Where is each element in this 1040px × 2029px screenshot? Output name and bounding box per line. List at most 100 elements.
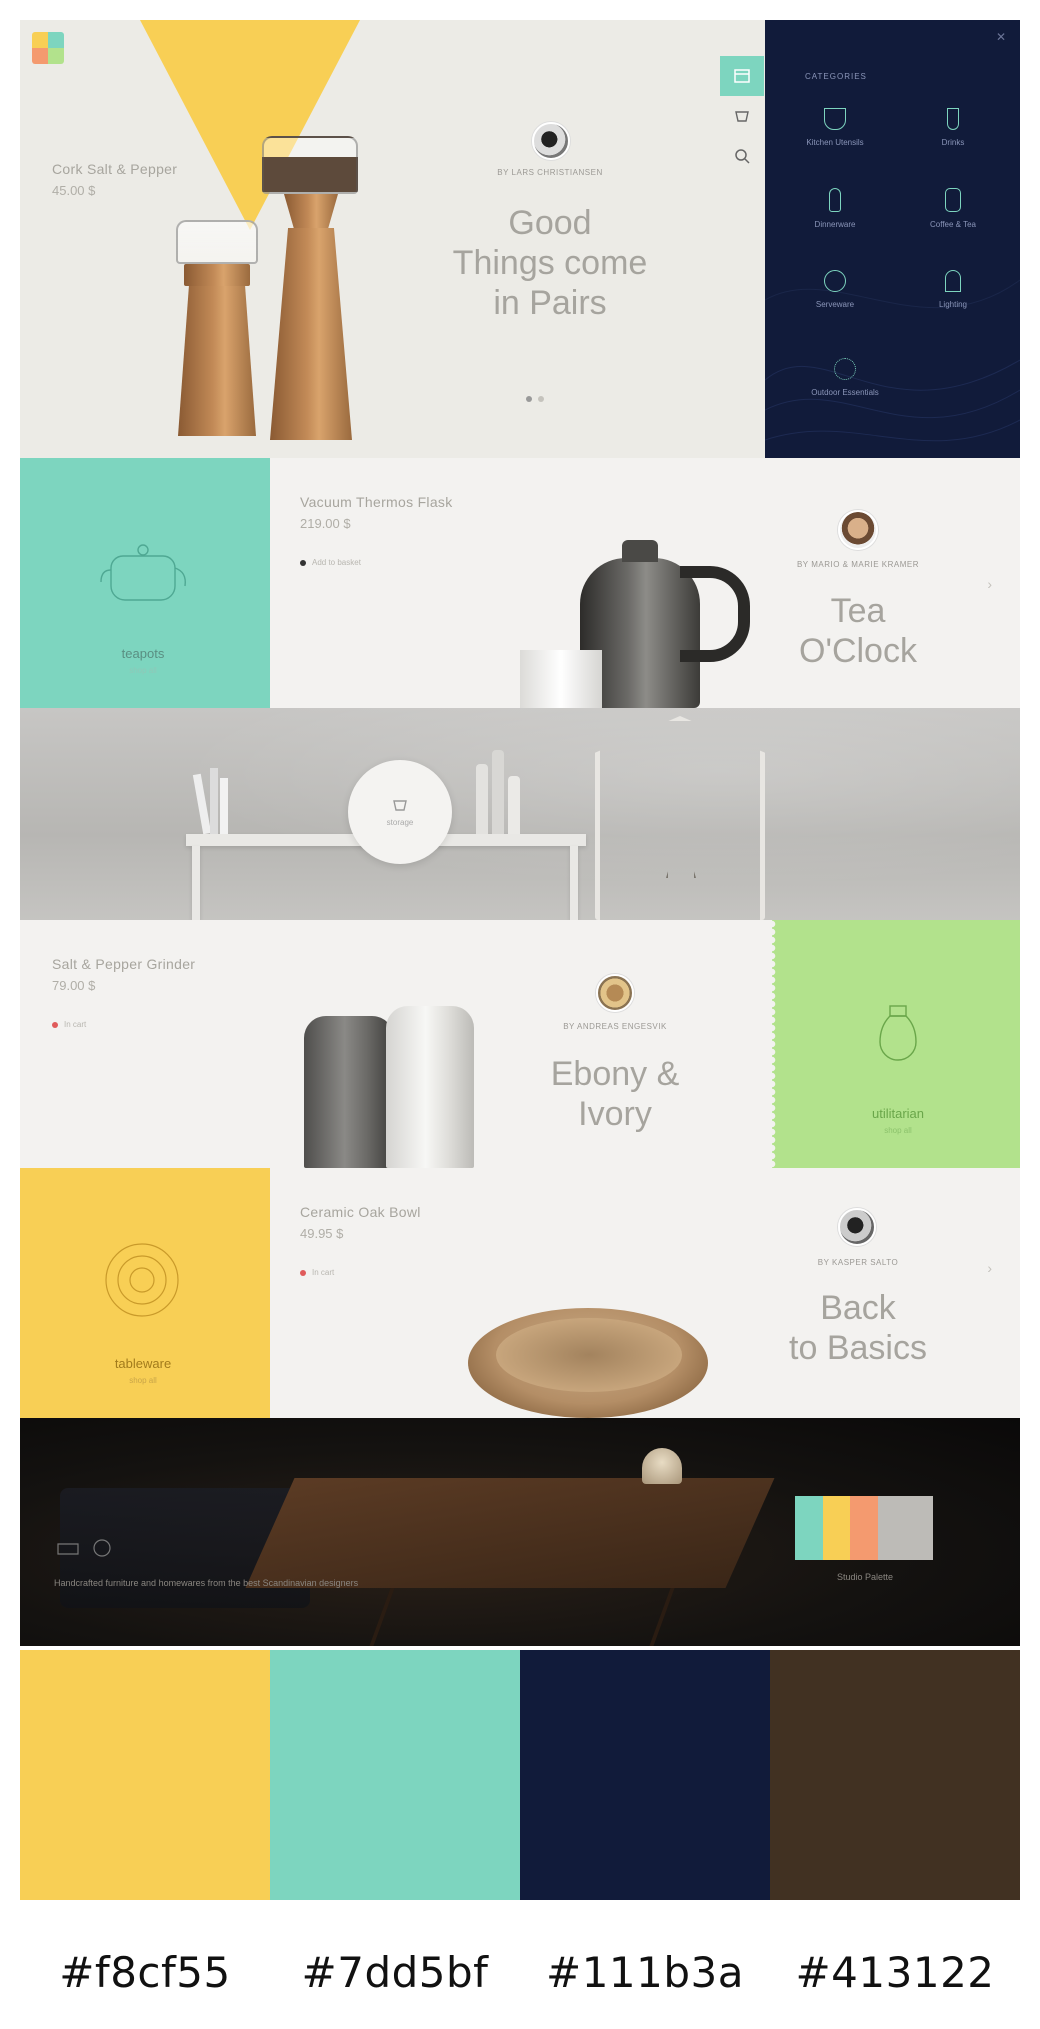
close-icon[interactable]: ✕	[996, 30, 1006, 44]
product-price: 49.95 $	[300, 1226, 344, 1241]
author-avatar[interactable]	[532, 122, 570, 160]
teapots-category-tile[interactable]: teapots shop all	[20, 458, 270, 708]
product-name[interactable]: Vacuum Thermos Flask	[300, 494, 453, 510]
storage-box-icon	[393, 799, 407, 811]
side-toolbar	[720, 56, 764, 176]
headline-line-2: to Basics	[789, 1329, 927, 1368]
cart-icon[interactable]	[720, 96, 764, 136]
mini-palette[interactable]	[795, 1496, 933, 1560]
plate-icon	[105, 1243, 179, 1317]
menu-item-coffee[interactable]: Coffee & Tea	[903, 188, 1003, 229]
tile-label: teapots	[121, 646, 165, 661]
add-to-basket-tag[interactable]: Add to basket	[300, 558, 361, 567]
plate-icon	[824, 270, 846, 292]
product-name[interactable]: Salt & Pepper Grinder	[52, 956, 195, 972]
cart-dot-icon	[300, 1269, 306, 1276]
utilitarian-category-tile[interactable]: utilitarian shop all	[772, 920, 1020, 1168]
tea-headline: Tea O'Clock	[758, 591, 958, 671]
tile-label: tableware	[114, 1356, 172, 1371]
menu-title: Categories	[805, 72, 867, 81]
pot-icon	[945, 188, 961, 212]
author-tag[interactable]: by Andreas Engesvik	[525, 1022, 705, 1031]
headline-line-1: Tea	[830, 592, 886, 630]
menu-icon[interactable]	[720, 56, 764, 96]
bulb-icon	[879, 1005, 917, 1061]
books-image	[192, 766, 238, 835]
basics-headline: Back to Basics	[758, 1288, 958, 1368]
search-icon[interactable]	[720, 136, 764, 176]
categories-menu: ✕ Categories Kitchen Utensils Drinks Din…	[765, 20, 1020, 458]
product-name[interactable]: Cork Salt & Pepper	[52, 161, 177, 177]
swatch-brown	[770, 1650, 1020, 1900]
headline-line-1: Back	[820, 1289, 896, 1327]
menu-item-outdoor[interactable]: Outdoor Essentials	[795, 358, 895, 397]
menu-item-label: Serveware	[815, 300, 855, 309]
tile-sublink[interactable]: shop all	[20, 666, 266, 675]
menu-item-lighting[interactable]: Lighting	[903, 270, 1003, 309]
author-tag[interactable]: by Lars Christiansen	[460, 168, 640, 177]
product-name[interactable]: Ceramic Oak Bowl	[300, 1204, 421, 1220]
tile-sublink[interactable]: shop all	[20, 1376, 266, 1385]
menu-item-label: Kitchen Utensils	[806, 138, 864, 147]
teapot-icon	[57, 1539, 111, 1557]
cart-dot-icon	[300, 559, 306, 566]
menu-item-label: Lighting	[938, 300, 968, 309]
badge-label: storage	[386, 817, 414, 827]
menu-item-label: Coffee & Tea	[930, 220, 976, 229]
product-price: 79.00 $	[52, 978, 96, 993]
product-price: 219.00 $	[300, 516, 351, 531]
menu-item-kitchen[interactable]: Kitchen Utensils	[785, 108, 885, 147]
tile-label: utilitarian	[871, 1106, 925, 1121]
author-avatar[interactable]	[838, 510, 878, 550]
color-palette	[20, 1650, 1020, 1900]
footer-link[interactable]: Handcrafted furniture and homewares from…	[54, 1578, 474, 1588]
in-cart-tag[interactable]: In cart	[300, 1268, 334, 1277]
color-code: #f8cf55	[59, 1948, 231, 1997]
sun-icon	[834, 358, 856, 380]
swatch-teal	[270, 1650, 520, 1900]
white-grinder-image	[386, 1006, 474, 1168]
tag-label: In cart	[312, 1268, 335, 1277]
in-cart-tag[interactable]: In cart	[52, 1020, 86, 1029]
headline-line-3: in Pairs	[493, 284, 607, 323]
tableware-category-tile[interactable]: tableware shop all	[20, 1168, 270, 1418]
brand-logo[interactable]	[32, 32, 64, 64]
headline-line-2: Ivory	[578, 1095, 652, 1134]
chevron-right-icon[interactable]: ›	[987, 1260, 992, 1276]
headline-line-1: Good	[508, 204, 592, 242]
lamp-image	[642, 1448, 682, 1484]
headline-line-2: Things come	[452, 244, 648, 283]
ebony-ivory-section: Salt & Pepper Grinder 79.00 $ In cart by…	[20, 920, 1020, 1168]
color-code: #7dd5bf	[301, 1948, 489, 1997]
tag-label: In cart	[64, 1020, 87, 1029]
hero-section: Cork Salt & Pepper 45.00 $ by Lars Chris…	[20, 20, 1020, 458]
color-code: #111b3a	[546, 1948, 744, 1997]
bottle-icon	[829, 188, 841, 212]
cart-dot-icon	[52, 1021, 58, 1028]
dark-grinder-image	[304, 1016, 394, 1168]
shelf-leg	[192, 846, 200, 920]
basics-section: tableware shop all Ceramic Oak Bowl 49.9…	[20, 1168, 1020, 1418]
storage-category-badge[interactable]: storage	[348, 760, 452, 864]
product-price: 45.00 $	[52, 183, 96, 198]
author-avatar[interactable]	[838, 1208, 876, 1246]
shelf-leg	[570, 846, 578, 920]
hero-headline: Good Things come in Pairs	[420, 203, 680, 323]
bowl-inner	[496, 1318, 682, 1392]
menu-item-drinks[interactable]: Drinks	[903, 108, 1003, 147]
bowl-icon	[824, 108, 846, 130]
author-tag[interactable]: by Kasper Salto	[768, 1258, 948, 1267]
swatch-yellow	[20, 1650, 270, 1900]
menu-item-serveware[interactable]: Serveware	[785, 270, 885, 309]
menu-item-dinnerware[interactable]: Dinnerware	[785, 188, 885, 229]
storage-banner: storage	[20, 708, 1020, 920]
lamp-icon	[945, 270, 961, 292]
chevron-right-icon[interactable]: ›	[987, 576, 992, 592]
interior-footer: Handcrafted furniture and homewares from…	[20, 1418, 1020, 1646]
tile-sublink[interactable]: shop all	[776, 1126, 1020, 1135]
author-tag[interactable]: by Mario & Marie Kramer	[768, 560, 948, 569]
menu-item-label: Outdoor Essentials	[811, 388, 879, 397]
glass-icon	[947, 108, 959, 130]
author-avatar[interactable]	[596, 974, 634, 1012]
slider-dots[interactable]	[526, 396, 544, 402]
